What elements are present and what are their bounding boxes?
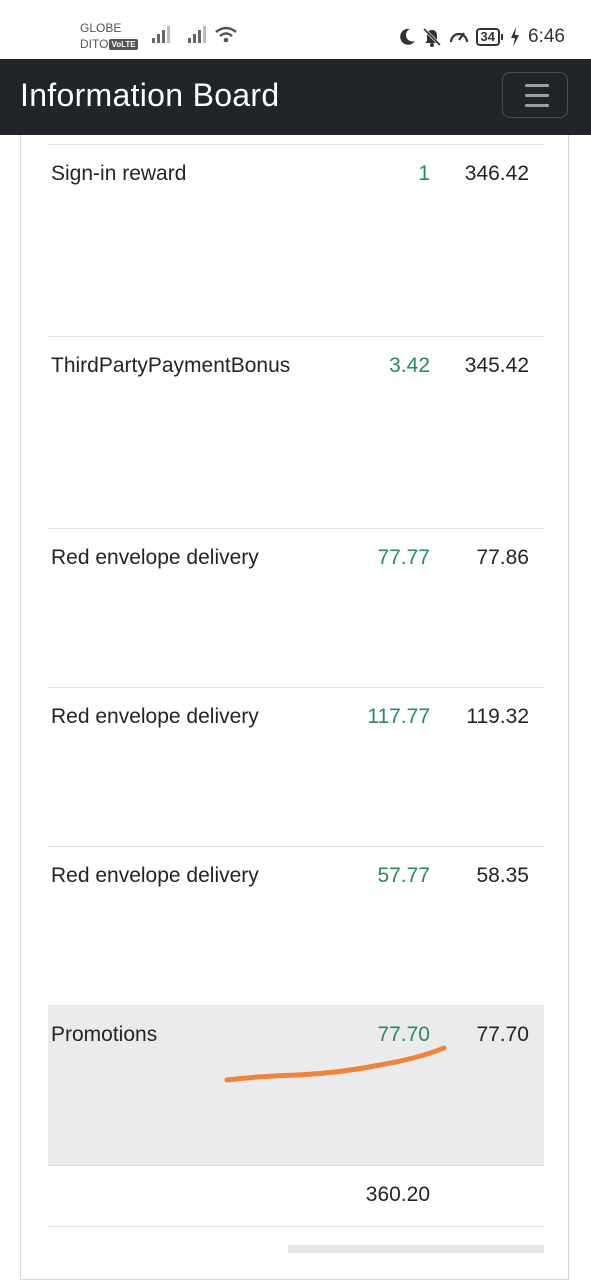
transaction-amount: 1 [418,162,430,185]
transaction-name: Promotions [51,1023,158,1046]
horizontal-scrollbar[interactable] [288,1245,544,1253]
transaction-balance: 346.42 [464,162,529,185]
transaction-name: Red envelope delivery [51,705,259,728]
table-row: Red envelope delivery 117.77 119.32 [48,687,544,846]
transaction-amount: 117.77 [367,705,430,728]
clock: 6:46 [528,26,565,47]
charging-bolt-icon [511,27,520,47]
signal-strength-icon [152,26,170,43]
table-row: Red envelope delivery 57.77 58.35 [48,846,544,1005]
total-row: 360.20 [48,1165,544,1227]
wifi-icon [215,26,237,43]
total-amount: 360.20 [365,1183,430,1206]
transaction-balance: 119.32 [466,705,529,728]
hamburger-menu-icon-bar [525,104,549,107]
carrier-name-2: DITO [80,37,109,51]
transaction-name: Red envelope delivery [51,546,259,569]
status-bar: GLOBE DITO VoLTE 34 6:46 [0,0,591,60]
bell-off-icon [422,27,441,47]
transaction-name: ThirdPartyPaymentBonus [51,354,291,377]
transaction-name: Red envelope delivery [51,864,259,887]
battery-indicator: 34 [475,28,504,46]
hamburger-menu-icon-bar [525,94,549,97]
carrier-name-1: GLOBE [80,21,122,35]
table-row: Sign-in reward 1 346.42 [48,144,544,336]
navbar: Information Board [0,59,591,135]
table-row-highlighted: Promotions 77.70 77.70 [48,1005,544,1165]
transaction-balance: 345.42 [464,354,529,377]
transaction-balance: 77.86 [476,546,529,569]
volte-badge: VoLTE [109,39,138,51]
signal-strength-icon [188,26,206,43]
transaction-balance: 58.35 [476,864,529,887]
transaction-balance: 77.70 [476,1023,529,1046]
transaction-amount: 3.42 [389,354,430,377]
moon-icon [399,28,415,45]
table-row: Red envelope delivery 77.77 77.86 [48,528,544,687]
carrier-info: GLOBE DITO VoLTE [80,20,138,52]
transaction-amount: 77.70 [377,1023,430,1046]
status-indicators: 34 6:46 [398,24,565,50]
menu-toggle-button[interactable] [502,72,568,118]
speedometer-icon [449,32,468,43]
page-title[interactable]: Information Board [20,77,279,114]
hamburger-menu-icon [525,84,549,87]
table-row: ThirdPartyPaymentBonus 3.42 345.42 [48,336,544,528]
transaction-amount: 57.77 [377,864,430,887]
transaction-name: Sign-in reward [51,162,187,185]
transaction-amount: 77.77 [377,546,430,569]
